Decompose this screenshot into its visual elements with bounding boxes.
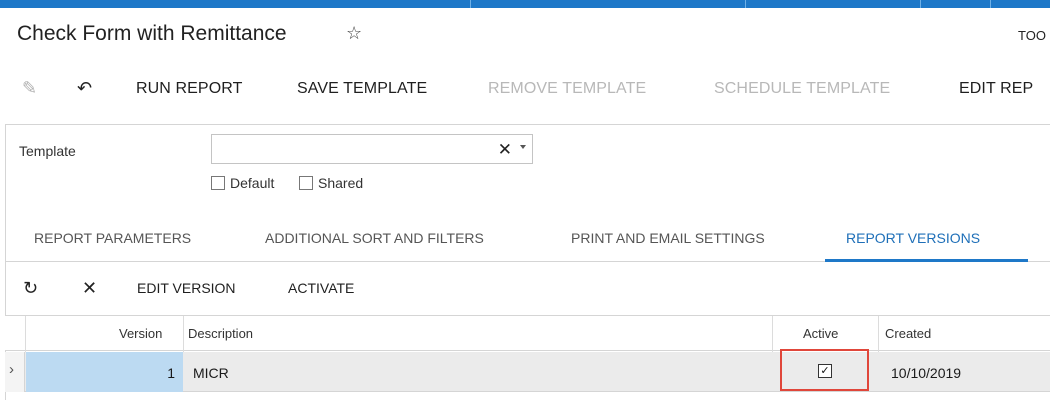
top-nav-divider [920,0,921,8]
tab-report-versions[interactable]: REPORT VERSIONS [846,230,980,246]
delete-icon[interactable]: ✕ [82,278,97,299]
refresh-icon[interactable]: ↻ [23,278,38,299]
default-checkbox[interactable] [211,176,225,190]
star-icon[interactable]: ☆ [346,23,362,44]
column-header-active[interactable]: Active [803,326,838,341]
activate-button[interactable]: ACTIVATE [288,280,354,296]
tab-bar: REPORT PARAMETERS ADDITIONAL SORT AND FI… [5,220,1050,262]
active-checkbox[interactable]: ✓ [818,364,832,378]
chevron-right-icon: › [9,361,14,378]
created-value[interactable]: 10/10/2019 [891,365,961,381]
shared-checkbox-label: Shared [318,175,364,191]
run-report-button[interactable]: RUN REPORT [136,80,243,98]
template-label: Template [19,143,76,159]
default-checkbox-label: Default [230,175,275,191]
edit-report-button[interactable]: EDIT REP [959,80,1033,98]
column-divider [25,316,26,352]
tools-menu[interactable]: TOO [1018,28,1046,43]
schedule-template-button[interactable]: SCHEDULE TEMPLATE [714,80,890,98]
edit-version-button[interactable]: EDIT VERSION [137,280,236,296]
edit-pencil-icon[interactable]: ✎ [22,78,37,99]
chevron-down-icon[interactable] [520,145,526,149]
tab-additional-sort-and-filters[interactable]: ADDITIONAL SORT AND FILTERS [265,230,484,246]
grid-header: Version Description Active Created [5,315,1050,352]
top-nav-divider [990,0,991,8]
remove-template-button[interactable]: REMOVE TEMPLATE [488,80,646,98]
undo-icon[interactable]: ↶ [77,78,92,99]
column-divider [878,316,879,352]
report-versions-grid: Version Description Active Created › 1 M… [5,315,1050,395]
clear-icon[interactable]: ✕ [498,140,512,160]
column-divider [772,316,773,352]
template-select[interactable]: ✕ [211,134,533,164]
shared-checkbox[interactable] [299,176,313,190]
active-tab-indicator [825,259,1028,262]
tab-print-and-email-settings[interactable]: PRINT AND EMAIL SETTINGS [571,230,765,246]
column-header-version[interactable]: Version [119,326,162,341]
version-value: 1 [167,365,175,381]
column-divider [183,316,184,352]
top-nav-divider [470,0,471,8]
report-toolbar: ✎ ↶ RUN REPORT SAVE TEMPLATE REMOVE TEMP… [0,72,1050,108]
description-value[interactable]: MICR [193,365,229,381]
page-title: Check Form with Remittance [17,22,287,45]
table-row[interactable]: › 1 MICR 10/10/2019 [5,352,1050,392]
column-header-created[interactable]: Created [885,326,931,341]
row-selector[interactable]: › [5,352,25,392]
grid-toolbar: ↻ ✕ EDIT VERSION ACTIVATE [5,270,1050,306]
version-cell[interactable]: 1 [26,352,183,392]
top-nav-divider [745,0,746,8]
top-nav-bar [0,0,1050,8]
tab-report-parameters[interactable]: REPORT PARAMETERS [34,230,191,246]
column-header-description[interactable]: Description [188,326,253,341]
save-template-button[interactable]: SAVE TEMPLATE [297,80,427,98]
